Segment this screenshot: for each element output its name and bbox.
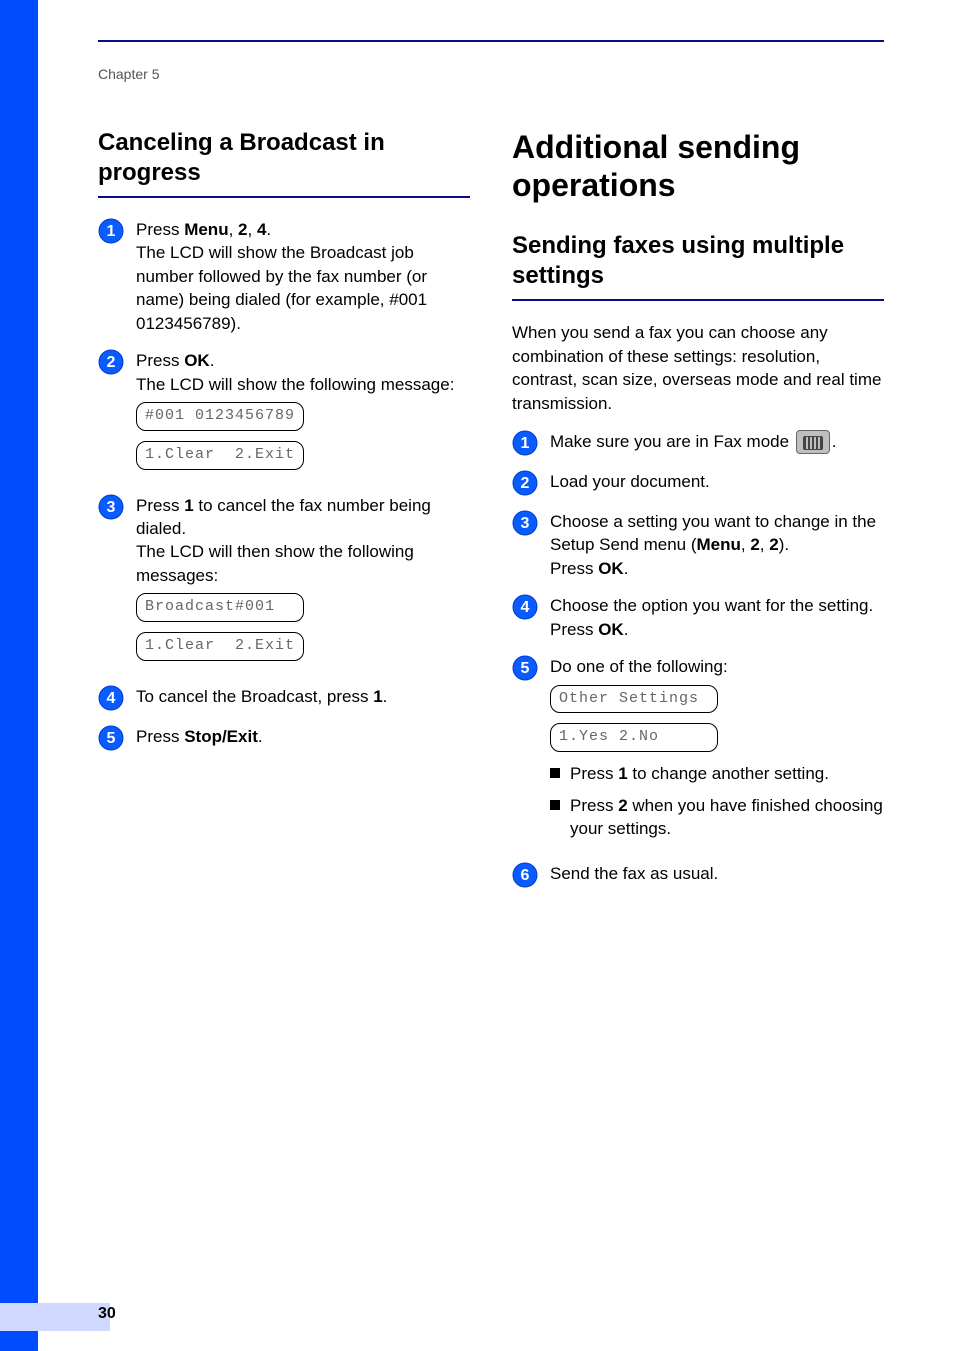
svg-text:1: 1 xyxy=(107,223,116,240)
step-number-badge: 3 xyxy=(512,510,538,536)
svg-text:2: 2 xyxy=(521,475,530,492)
chapter-label: Chapter 5 xyxy=(98,66,884,82)
page-number: 30 xyxy=(98,1305,116,1323)
blue-sidebar xyxy=(0,0,38,1351)
step-body: Choose the option you want for the setti… xyxy=(550,594,884,641)
step-4: 4 Choose the option you want for the set… xyxy=(512,594,884,641)
fax-mode-icon xyxy=(796,430,830,454)
lcd-display: Other Settings xyxy=(550,685,718,714)
lcd-display: 1.Yes 2.No xyxy=(550,723,718,752)
left-heading: Canceling a Broadcast in progress xyxy=(98,128,470,188)
svg-text:4: 4 xyxy=(521,599,530,616)
top-rule xyxy=(98,40,884,42)
right-intro: When you send a fax you can choose any c… xyxy=(512,321,884,416)
step-body: Press OK.The LCD will show the following… xyxy=(136,349,470,479)
step-body: Do one of the following:Other Settings1.… xyxy=(550,655,884,848)
svg-text:3: 3 xyxy=(107,499,116,516)
step-5: 5 Do one of the following:Other Settings… xyxy=(512,655,884,848)
step-1: 1 Press Menu, 2, 4.The LCD will show the… xyxy=(98,218,470,335)
step-number-badge: 5 xyxy=(98,725,124,751)
svg-text:3: 3 xyxy=(521,515,530,532)
left-column: Canceling a Broadcast in progress 1 Pres… xyxy=(98,128,470,902)
step-body: Load your document. xyxy=(550,470,884,496)
step-number-badge: 3 xyxy=(98,494,124,520)
square-bullet-icon xyxy=(550,768,560,778)
step-body: Send the fax as usual. xyxy=(550,862,884,888)
svg-text:2: 2 xyxy=(107,354,116,371)
square-bullet-icon xyxy=(550,800,560,810)
step-3: 3 Press 1 to cancel the fax number being… xyxy=(98,494,470,671)
svg-text:5: 5 xyxy=(107,730,116,747)
lcd-display: 1.Clear 2.Exit xyxy=(136,441,304,470)
step-number-badge: 2 xyxy=(512,470,538,496)
step-number-badge: 5 xyxy=(512,655,538,681)
right-heading: Sending faxes using multiple settings xyxy=(512,231,884,291)
step-5: 5 Press Stop/Exit. xyxy=(98,725,470,751)
step-6: 6 Send the fax as usual. xyxy=(512,862,884,888)
step-number-badge: 4 xyxy=(512,594,538,620)
step-2: 2 Load your document. xyxy=(512,470,884,496)
svg-text:6: 6 xyxy=(521,867,530,884)
step-number-badge: 4 xyxy=(98,685,124,711)
right-column: Additional sending operations Sending fa… xyxy=(512,128,884,902)
svg-text:5: 5 xyxy=(521,660,530,677)
step-number-badge: 1 xyxy=(98,218,124,244)
step-body: Press 1 to cancel the fax number being d… xyxy=(136,494,470,671)
lcd-display: Broadcast#001 xyxy=(136,593,304,622)
step-body: Make sure you are in Fax mode . xyxy=(550,430,884,456)
bullet-item: Press 1 to change another setting. xyxy=(550,762,884,785)
svg-text:1: 1 xyxy=(521,435,530,452)
lcd-display: 1.Clear 2.Exit xyxy=(136,632,304,661)
bullet-item: Press 2 when you have finished choosing … xyxy=(550,794,884,841)
step-body: To cancel the Broadcast, press 1. xyxy=(136,685,470,711)
step-body: Press Menu, 2, 4.The LCD will show the B… xyxy=(136,218,470,335)
step-2: 2 Press OK.The LCD will show the followi… xyxy=(98,349,470,479)
step-number-badge: 2 xyxy=(98,349,124,375)
lcd-display: #001 0123456789 xyxy=(136,402,304,431)
step-body: Choose a setting you want to change in t… xyxy=(550,510,884,580)
step-number-badge: 6 xyxy=(512,862,538,888)
page-content: Chapter 5 Canceling a Broadcast in progr… xyxy=(38,0,954,1351)
step-1: 1 Make sure you are in Fax mode . xyxy=(512,430,884,456)
step-4: 4 To cancel the Broadcast, press 1. xyxy=(98,685,470,711)
step-3: 3 Choose a setting you want to change in… xyxy=(512,510,884,580)
step-body: Press Stop/Exit. xyxy=(136,725,470,751)
svg-text:4: 4 xyxy=(107,690,116,707)
right-title: Additional sending operations xyxy=(512,128,884,205)
step-number-badge: 1 xyxy=(512,430,538,456)
